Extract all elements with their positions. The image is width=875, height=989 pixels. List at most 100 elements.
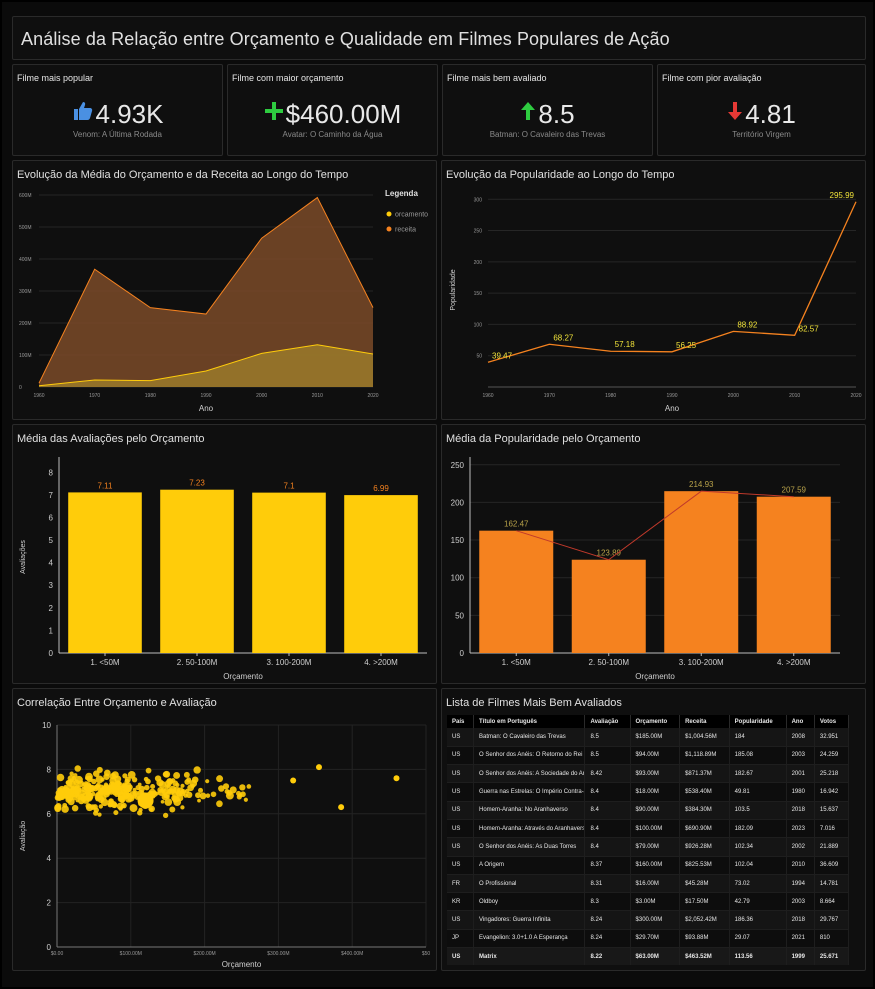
scatter-point — [173, 772, 181, 779]
table-cell: $160.00M — [630, 856, 681, 875]
table-row[interactable]: US Vingadores: Guerra Infinita 8.24 $300.00… — [447, 910, 850, 930]
scatter-point — [191, 776, 199, 783]
bar — [756, 496, 831, 653]
y-tick-label: 0 — [460, 649, 465, 658]
table-column-header[interactable]: Receita — [679, 715, 730, 728]
top-rated-table: País Título em Português Avaliação Orçament… — [447, 715, 850, 965]
popularity-line-panel: Evolução da Popularidade ao Longo do Tem… — [441, 160, 866, 420]
table-row[interactable]: FR O Profissional 8.31 $16.00M $45.28M 73.02 1… — [447, 874, 850, 894]
table-cell: 14.781 — [814, 874, 850, 894]
bar — [68, 492, 142, 653]
table-cell: Homem-Aranha: No Aranhaverso — [473, 801, 586, 820]
x-tick-label: 1. <50M — [90, 658, 119, 667]
table-scroll[interactable]: País Título em Português Avaliação Orçament… — [447, 715, 857, 965]
scatter-point — [160, 799, 165, 804]
table-cell: Guerra nas Estrelas: O Império Contra-At… — [473, 782, 586, 802]
x-tick-label: $100.00M — [120, 951, 142, 957]
x-tick-label: 1980 — [605, 393, 616, 399]
x-tick-label: 1960 — [33, 393, 44, 399]
scatter-point — [393, 775, 400, 782]
table-column-header[interactable]: Avaliação — [584, 715, 631, 728]
scatter-point — [193, 766, 201, 774]
y-tick-label: 10 — [42, 721, 51, 730]
y-tick-label: 0 — [49, 649, 54, 658]
table-cell: US — [447, 764, 475, 784]
table-row[interactable]: US O Senhor dos Anéis: O Retorno do Rei 8.… — [447, 746, 850, 766]
table-column-header[interactable]: País — [447, 715, 475, 728]
scatter-point — [315, 764, 322, 771]
scatter-point — [127, 770, 136, 779]
table-cell: $2,052.42M — [679, 910, 730, 930]
table-row[interactable]: US O Senhor dos Anéis: As Duas Torres 8.4 $… — [447, 837, 850, 857]
y-tick-label: 500M — [19, 225, 32, 231]
scatter-point — [144, 784, 150, 791]
scatter-point — [86, 775, 93, 783]
table-cell: 16.942 — [814, 782, 850, 802]
table-cell: 29.767 — [814, 910, 850, 930]
arrow-up-icon — [520, 101, 536, 127]
table-cell: 185.08 — [729, 746, 787, 766]
x-tick-label: 1990 — [666, 393, 677, 399]
y-tick-label: 50 — [455, 611, 464, 620]
scatter-point — [154, 775, 162, 782]
table-row[interactable]: US Homem-Aranha: No Aranhaverso 8.4 $90.00M… — [447, 801, 850, 820]
table-column-header[interactable]: Votos — [814, 715, 850, 728]
table-row[interactable]: US Homem-Aranha: Através do Aranhaverso 8.… — [447, 819, 850, 839]
table-cell: 8.4 — [584, 801, 631, 820]
table-cell: 2001 — [786, 764, 815, 784]
table-column-header[interactable]: Orçamento — [630, 715, 681, 728]
y-tick-label: 6 — [47, 810, 52, 819]
x-tick-label: $400.00M — [341, 951, 363, 957]
table-cell: $93.00M — [630, 764, 681, 784]
budget-revenue-area-chart: 0 100M 200M 300M 400M 500M 600M 1960 1970 1980 199… — [19, 189, 428, 413]
x-tick-label: 1990 — [200, 393, 211, 399]
y-tick-label: 5 — [49, 536, 54, 545]
table-column-header[interactable]: Popularidade — [729, 715, 787, 728]
x-tick-label: $50 — [422, 951, 431, 957]
data-label: 57.18 — [615, 340, 636, 349]
top-rated-table-panel: Lista de Filmes Mais Bem Avaliados País T… — [441, 688, 866, 971]
kpi-subtitle: Território Virgem — [732, 130, 791, 139]
table-cell: $926.28M — [679, 837, 730, 857]
x-tick-label: 4. >200M — [777, 658, 811, 667]
scatter-point — [113, 810, 119, 816]
y-tick-label: 250 — [451, 461, 465, 470]
scatter-point — [183, 793, 188, 798]
scatter-point — [205, 793, 211, 798]
table-cell: 8.5 — [584, 746, 631, 766]
x-axis-label: Orçamento — [223, 672, 263, 681]
y-tick-label: 200 — [451, 498, 465, 507]
table-row[interactable]: JP Evangelion: 3.0+1.0 A Esperança 8.24 $29… — [447, 929, 850, 949]
table-cell: 2002 — [786, 837, 815, 857]
bar — [344, 495, 418, 653]
scatter-point — [122, 792, 129, 800]
table-row[interactable]: US O Senhor dos Anéis: A Sociedade do Ane… — [447, 764, 850, 784]
scatter-point — [197, 787, 204, 793]
table-total-row[interactable]: US Matrix 8.22 $63.00M $463.52M 113.56 1999 25.… — [447, 947, 850, 965]
kpi-subtitle: Batman: O Cavaleiro das Trevas — [489, 130, 606, 139]
table-cell: Matrix — [473, 947, 586, 965]
table-row[interactable]: US Batman: O Cavaleiro das Trevas 8.5 $185.… — [447, 728, 850, 747]
table-cell: 103.5 — [729, 801, 787, 820]
table-cell: 2021 — [786, 929, 815, 949]
table-row[interactable]: US A Origem 8.37 $160.00M $825.53M 102.04 2010… — [447, 856, 850, 875]
table-cell: $94.00M — [630, 746, 681, 766]
scatter-point — [137, 782, 142, 787]
table-row[interactable]: KR Oldboy 8.3 $3.00M $17.50M 42.79 2003 8.664 — [447, 892, 850, 912]
table-column-header[interactable]: Ano — [786, 715, 815, 728]
table-cell: 113.56 — [729, 947, 787, 965]
y-tick-label: 100 — [451, 574, 465, 583]
table-column-header[interactable]: Título em Português — [473, 715, 586, 728]
x-tick-label: 1980 — [145, 393, 156, 399]
scatter-point — [180, 805, 185, 810]
table-cell: $29.70M — [630, 929, 681, 949]
scatter-point — [199, 792, 207, 800]
table-cell: $45.28M — [679, 874, 730, 894]
popularity-line — [487, 201, 857, 363]
table-row[interactable]: US Guerra nas Estrelas: O Império Contra-… — [447, 782, 850, 802]
scatter-point — [169, 806, 176, 813]
x-tick-label: 2010 — [789, 393, 800, 399]
table-cell: O Senhor dos Anéis: As Duas Torres — [473, 837, 586, 857]
kpi-title: Filme com pior avaliação — [662, 73, 762, 83]
table-cell: Batman: O Cavaleiro das Trevas — [473, 728, 586, 747]
